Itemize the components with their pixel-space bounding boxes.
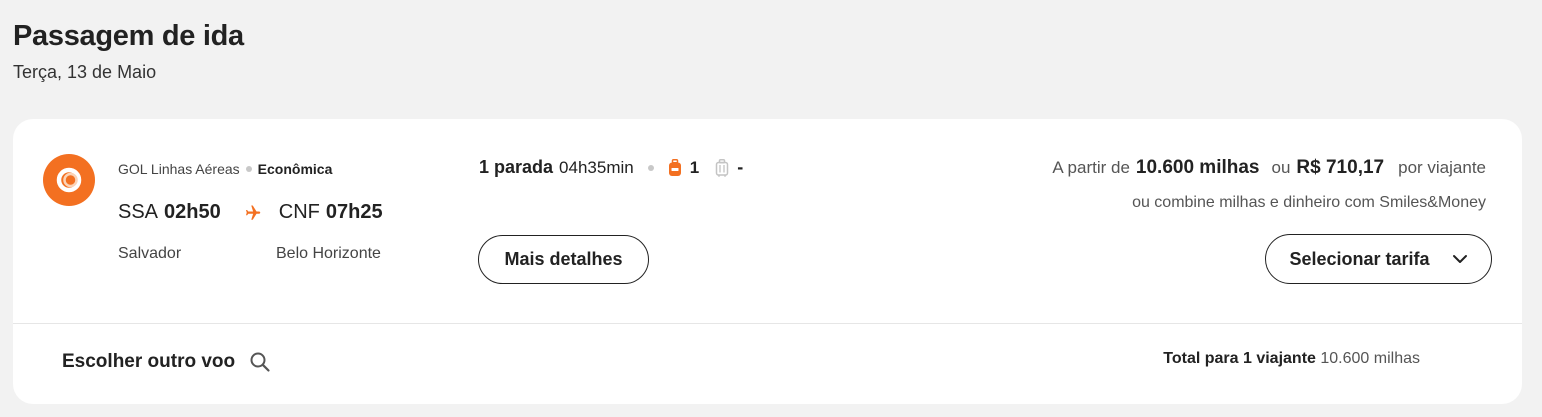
search-icon <box>249 351 271 373</box>
origin-city: Salvador <box>118 245 182 262</box>
origin-code: SSA <box>118 201 159 223</box>
checked-bag-value: - <box>737 157 744 177</box>
per-traveler-label: por viajante <box>1398 158 1486 177</box>
or-label: ou <box>1271 158 1291 177</box>
flight-card: GOL Linhas Aéreas Econômica SSA 02h50 CN… <box>13 119 1522 404</box>
page-title: Passagem de ida <box>13 20 244 52</box>
total-label: Total para 1 viajante <box>1163 350 1316 367</box>
total-value: 10.600 milhas <box>1320 350 1420 367</box>
smiles-money-info: ou combine milhas e dinheiro com Smiles&… <box>1132 194 1486 211</box>
stops-count: 1 parada <box>479 157 554 177</box>
departure-time: 02h50 <box>164 201 221 223</box>
destination-code: CNF <box>278 201 320 223</box>
plane-icon <box>243 204 261 222</box>
destination-city: Belo Horizonte <box>276 245 381 262</box>
total-price: Total para 1 viajante 10.600 milhas <box>1163 350 1420 368</box>
choose-other-label: Escolher outro voo <box>62 351 236 372</box>
carry-on-count: 1 <box>689 157 700 177</box>
airline-name: GOL Linhas Aéreas <box>118 161 240 177</box>
airline-info: GOL Linhas Aéreas Econômica <box>118 161 332 177</box>
select-fare-label: Selecionar tarifa <box>1289 248 1430 269</box>
miles-price: 10.600 milhas <box>1135 157 1260 178</box>
cabin-class: Econômica <box>257 161 333 177</box>
gol-logo-icon <box>43 154 95 206</box>
money-price: R$ 710,17 <box>1296 157 1385 178</box>
chevron-down-icon <box>1452 254 1468 264</box>
price-summary: A partir de 10.600 milhas ou R$ 710,17 p… <box>1052 157 1486 179</box>
card-divider <box>13 323 1522 324</box>
trolley-bag-icon <box>715 158 729 177</box>
separator-dot <box>647 164 654 171</box>
separator-dot <box>245 166 252 172</box>
flight-date: Terça, 13 de Maio <box>13 62 157 82</box>
backpack-icon <box>668 158 682 177</box>
arrival-time: 07h25 <box>325 201 383 223</box>
choose-other-flight-link[interactable]: Escolher outro voo <box>62 351 271 373</box>
flight-summary: 1 parada 04h35min 1 - <box>479 157 743 178</box>
route: SSA 02h50 CNF 07h25 <box>118 201 383 224</box>
baggage-info: 1 - <box>668 157 743 178</box>
select-fare-button[interactable]: Selecionar tarifa <box>1265 234 1492 284</box>
more-details-button[interactable]: Mais detalhes <box>478 235 649 284</box>
page: Passagem de ida Terça, 13 de Maio GOL Li… <box>0 0 1542 417</box>
flight-duration: 04h35min <box>559 157 634 177</box>
from-label: A partir de <box>1052 158 1130 177</box>
